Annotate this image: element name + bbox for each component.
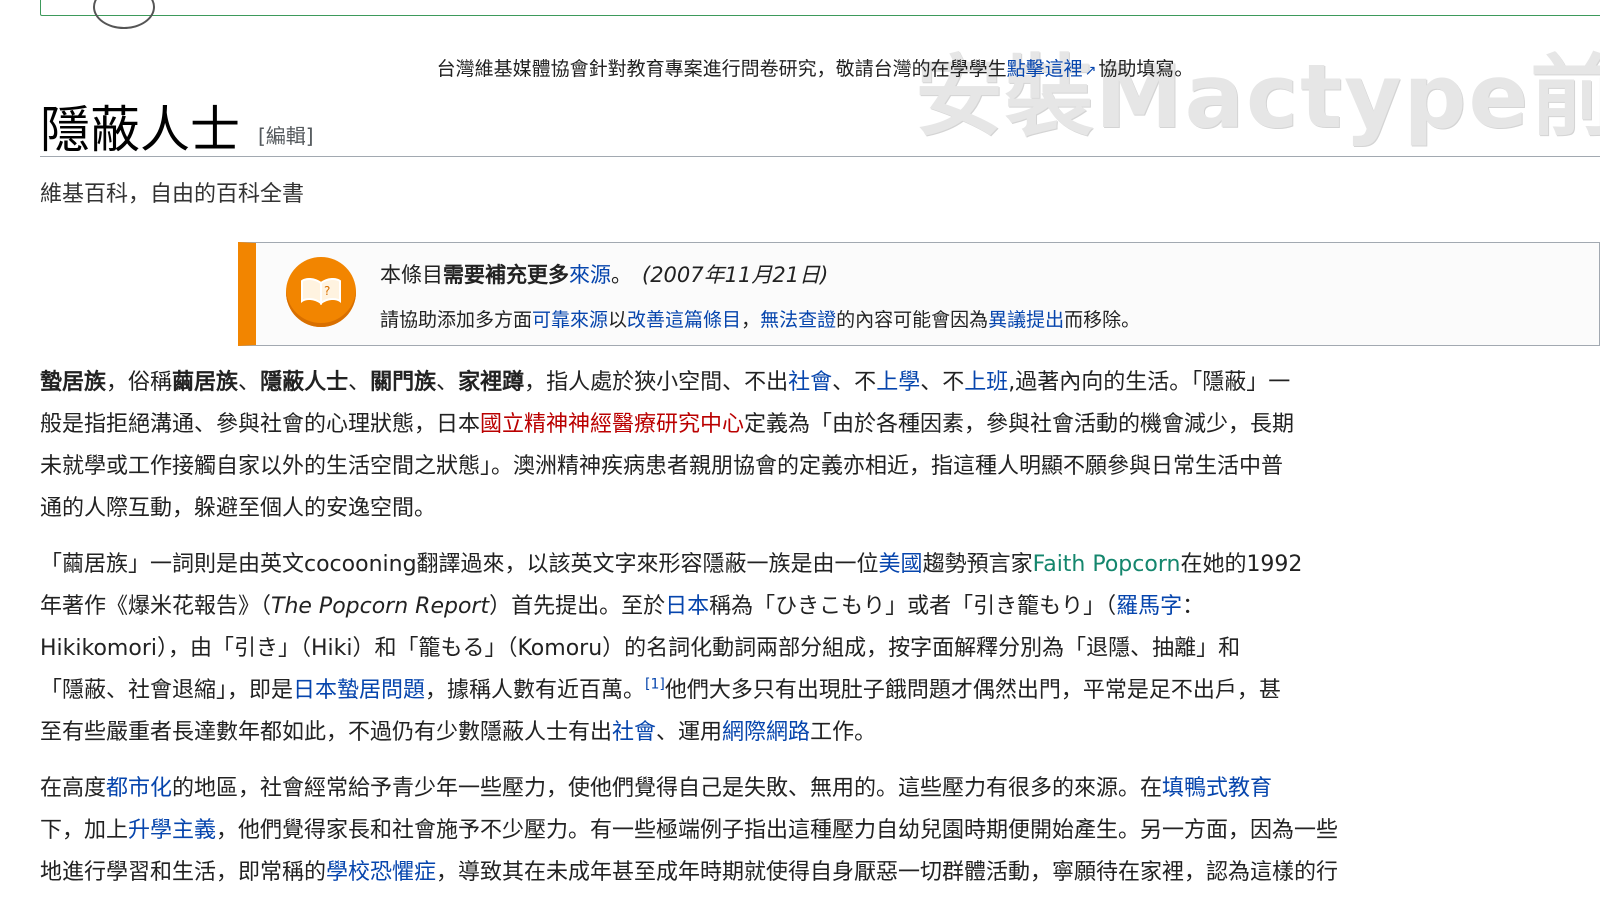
text: 他們大多只有出現肚子餓問題才偶然出門，平常是足不出戶，甚 xyxy=(664,678,1281,703)
text: 、不 xyxy=(832,370,877,395)
reference-1[interactable]: [1] xyxy=(645,677,665,693)
text: 年著作《爆米花報告》（ xyxy=(40,594,272,619)
notice-bold: 需要補充更多 xyxy=(443,263,569,287)
wiki-link-credentialism[interactable]: 升學主義 xyxy=(128,818,216,843)
paragraph-line: 通的人際互動，躲避至個人的安逸空間。 xyxy=(40,496,437,521)
sources-link[interactable]: 來源 xyxy=(569,263,611,287)
wiki-link-society[interactable]: 社會 xyxy=(788,370,832,395)
paragraph-line: 「繭居族」一詞則是由英文cocooning翻譯過來，以該英文字來形容隱蔽一族是由… xyxy=(40,544,1600,586)
bold-term: 關門族 xyxy=(370,370,437,395)
watermark: 安裝Mactype前 xyxy=(915,45,1600,148)
text: ）首先提出。至於 xyxy=(489,594,666,619)
text: 般是指拒絕溝通、參與社會的心理狀態，日本 xyxy=(40,412,481,437)
book-title: The Popcorn Report xyxy=(271,594,490,619)
notice-line-2: 請協助添加多方面可靠來源以改善這篇條目，無法查證的內容可能會因為異議提出而移除。 xyxy=(380,305,1140,332)
notice-suffix: 。 xyxy=(611,263,632,287)
paragraph-line: 地進行學習和生活，即常稱的學校恐懼症，導致其在未成年甚至成年時期就使得自身厭惡一… xyxy=(40,852,1600,894)
verifiability-link[interactable]: 無法查證 xyxy=(760,309,836,331)
text: ，導致其在未成年甚至成年時期就使得自身厭惡一切群體活動，寧願待在家裡，認為這樣的… xyxy=(436,860,1339,885)
edit-section-link[interactable]: [編輯] xyxy=(258,124,314,148)
text: ： xyxy=(1182,594,1205,619)
notice-text: 而移除。 xyxy=(1064,309,1141,331)
notice-prefix: 本條目 xyxy=(380,263,443,287)
wiki-link-society-2[interactable]: 社會 xyxy=(612,720,656,745)
text: 在她的1992 xyxy=(1180,552,1303,577)
wiki-link-cramming-education[interactable]: 填鴨式教育 xyxy=(1162,776,1272,801)
wiki-link-japan[interactable]: 日本 xyxy=(665,594,709,619)
text: 工作。 xyxy=(810,720,877,745)
site-notice-text: 台灣維基媒體協會針對教育專案進行問卷研究，敬請台灣的在學學生 xyxy=(436,58,1007,80)
paragraph-1: 蟄居族，俗稱繭居族、隱蔽人士、關門族、家裡蹲，指人處於狹小空間、不出社會、不上學… xyxy=(40,362,1600,530)
paragraph-3: 在高度都市化的地區，社會經常給予青少年一些壓力，使他們覺得自己是失敗、無用的。這… xyxy=(40,768,1600,894)
text: 在高度 xyxy=(40,776,107,801)
bold-term: 蟄居族 xyxy=(40,370,107,395)
paragraph-line: 「隱蔽、社會退縮」，即是日本蟄居問題，據稱人數有近百萬。[1]他們大多只有出現肚… xyxy=(40,670,1600,712)
bold-term: 家裡蹲 xyxy=(458,370,525,395)
text: 地進行學習和生活，即常稱的 xyxy=(40,860,327,885)
text: 的地區，社會經常給予青少年一些壓力，使他們覺得自己是失敗、無用的。這些壓力有很多… xyxy=(172,776,1163,801)
text: 趨勢預言家 xyxy=(922,552,1033,577)
wiki-link-usa[interactable]: 美國 xyxy=(879,552,923,577)
notice-line-1: 本條目需要補充更多來源。 (2007年11月21日) xyxy=(380,259,828,289)
paragraph-line: 蟄居族，俗稱繭居族、隱蔽人士、關門族、家裡蹲，指人處於狹小空間、不出社會、不上學… xyxy=(40,362,1600,404)
challenge-link[interactable]: 異議提出 xyxy=(988,309,1064,331)
paragraph-line: 般是指拒絕溝通、參與社會的心理狀態，日本國立精神神經醫療研究中心定義為「由於各種… xyxy=(40,404,1600,446)
reliable-sources-link[interactable]: 可靠來源 xyxy=(532,309,608,331)
text: 「繭居族」一詞則是由英文cocooning翻譯過來，以該英文字來形容隱蔽一族是由… xyxy=(40,552,879,577)
top-banner xyxy=(40,0,1600,29)
wiki-link-hikikomori-japan[interactable]: 日本蟄居問題 xyxy=(293,678,425,703)
wiki-link-urbanization[interactable]: 都市化 xyxy=(106,776,172,801)
wiki-link-romaji[interactable]: 羅馬字 xyxy=(1116,594,1182,619)
text: 、 xyxy=(348,370,371,395)
wiki-link-school-phobia[interactable]: 學校恐懼症 xyxy=(326,860,436,885)
paragraph-line: 至有些嚴重者長達數年都如此，不過仍有少數隱蔽人士有出社會、運用網際網路工作。 xyxy=(40,712,1600,754)
text: 、 xyxy=(238,370,261,395)
text: 、不 xyxy=(920,370,965,395)
wiki-link-school[interactable]: 上學 xyxy=(876,370,920,395)
text: 稱為「ひきこもり」或者「引き籠もり」（ xyxy=(709,594,1117,619)
page-title-text: 隱蔽人士 xyxy=(40,101,240,159)
bold-term: 隱蔽人士 xyxy=(260,370,349,395)
text: ，指人處於狹小空間、不出 xyxy=(524,370,789,395)
open-book-icon: ? xyxy=(286,257,356,327)
refimprove-notice-box: ? 本條目需要補充更多來源。 (2007年11月21日) 請協助添加多方面可靠來源… xyxy=(238,242,1600,346)
text: 下，加上 xyxy=(40,818,129,843)
text: 定義為「由於各種因素，參與社會活動的機會減少，長期 xyxy=(744,412,1295,437)
text: ，他們覺得家長和社會施予不少壓力。有一些極端例子指出這種壓力自幼兒園時期便開始產… xyxy=(216,818,1339,843)
wiki-link-internet[interactable]: 網際網路 xyxy=(722,720,810,745)
paragraph-line: 未就學或工作接觸自家以外的生活空間之狀態」。澳洲精神疾病患者親朋協會的定義亦相近… xyxy=(40,454,1284,479)
text: ,過著內向的生活。「隱蔽」一 xyxy=(1008,370,1291,395)
paragraph-2: 「繭居族」一詞則是由英文cocooning翻譯過來，以該英文字來形容隱蔽一族是由… xyxy=(40,544,1600,754)
paragraph-line: 年著作《爆米花報告》（The Popcorn Report）首先提出。至於日本稱… xyxy=(40,586,1600,628)
link-faith-popcorn[interactable]: Faith Popcorn xyxy=(1033,552,1181,577)
notice-text: 請協助添加多方面 xyxy=(380,309,533,331)
text: ，俗稱 xyxy=(106,370,173,395)
page-title: 隱蔽人士 [編輯] xyxy=(40,90,314,162)
improve-article-link[interactable]: 改善這篇條目 xyxy=(627,309,741,331)
site-notice-text-end: 協助填寫。 xyxy=(1098,58,1194,80)
heading-divider xyxy=(40,156,1600,157)
text: ，據稱人數有近百萬。 xyxy=(425,678,646,703)
paragraph-line: 在高度都市化的地區，社會經常給予青少年一些壓力，使他們覺得自己是失敗、無用的。這… xyxy=(40,768,1600,810)
red-link-ncnp[interactable]: 國立精神神經醫療研究中心 xyxy=(480,412,744,437)
notice-text: 的內容可能會因為 xyxy=(836,309,989,331)
notice-text: ， xyxy=(741,309,761,331)
wiki-link-work[interactable]: 上班 xyxy=(964,370,1008,395)
external-link-icon: ↗ xyxy=(1084,63,1097,79)
survey-link[interactable]: 點擊這裡 xyxy=(1007,58,1083,80)
text: 「隱蔽、社會退縮」，即是 xyxy=(40,678,294,703)
banner-logo-icon xyxy=(93,0,155,29)
paragraph-line: 下，加上升學主義，他們覺得家長和社會施予不少壓力。有一些極端例子指出這種壓力自幼… xyxy=(40,810,1600,852)
text: 至有些嚴重者長達數年都如此，不過仍有少數隱蔽人士有出 xyxy=(40,720,613,745)
site-notice: 台灣維基媒體協會針對教育專案進行問卷研究，敬請台灣的在學學生點擊這裡 ↗ 協助填寫。 xyxy=(0,54,1600,81)
notice-date: (2007年11月21日) xyxy=(642,263,829,287)
notice-text: 以 xyxy=(608,309,628,331)
text: 、運用 xyxy=(656,720,723,745)
paragraph-line: Hikikomori），由「引き」（Hiki）和「籠もる」（Komoru）的名詞… xyxy=(40,636,1241,661)
svg-text:?: ? xyxy=(324,284,330,298)
bold-term: 繭居族 xyxy=(172,370,239,395)
site-tagline: 維基百科，自由的百科全書 xyxy=(40,182,305,207)
text: 、 xyxy=(436,370,459,395)
